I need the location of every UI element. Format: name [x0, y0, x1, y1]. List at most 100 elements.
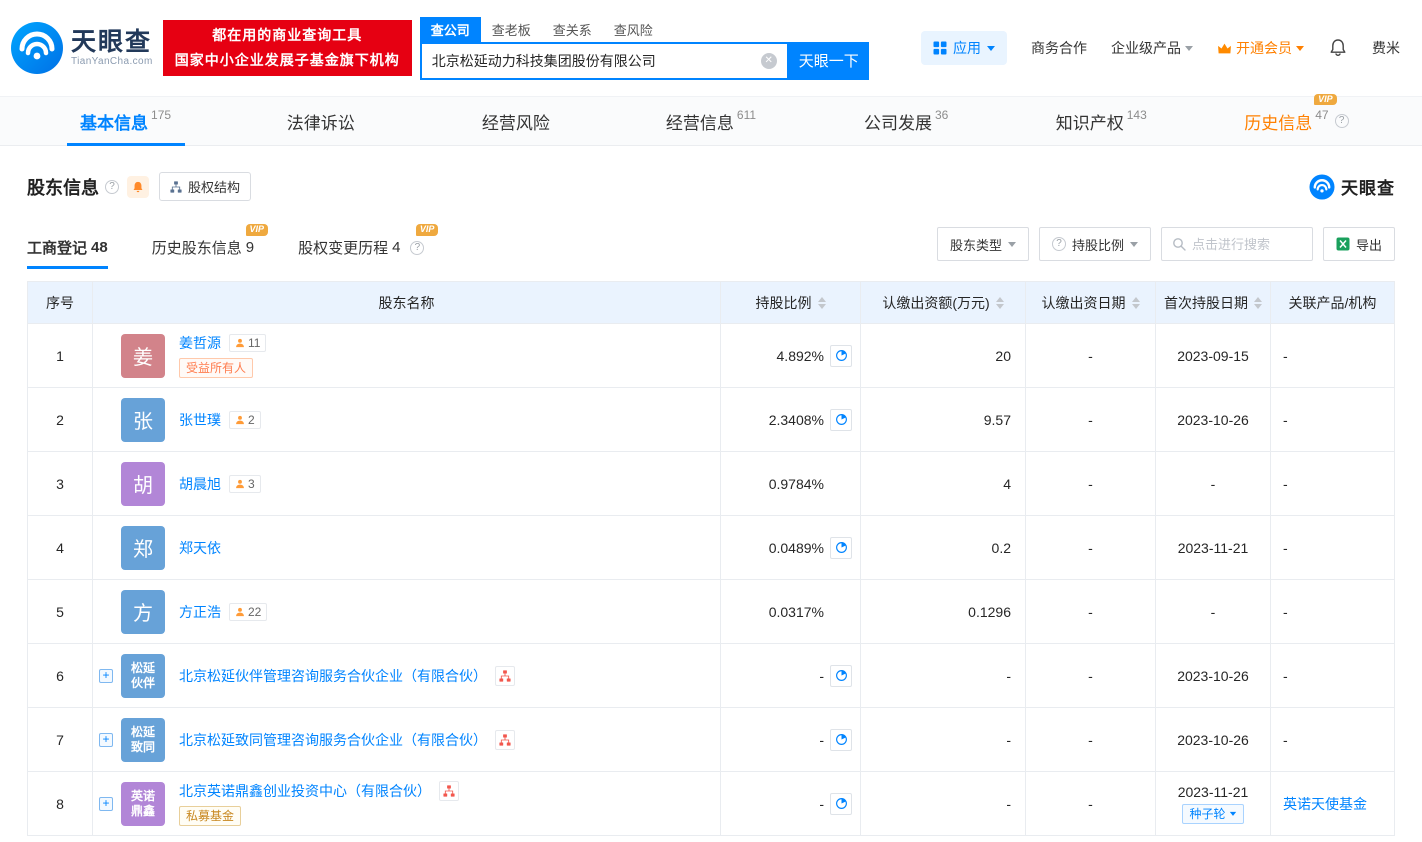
- first-holding-date: 2023-10-26: [1155, 707, 1271, 772]
- expand-row-button[interactable]: [99, 796, 113, 811]
- vip-membership-link[interactable]: 开通会员: [1217, 38, 1304, 58]
- tab-legal-proceedings[interactable]: 法律诉讼: [223, 97, 418, 145]
- search-icon: [1173, 238, 1186, 251]
- column-header-shareholder-name: 股东名称: [92, 281, 721, 324]
- pie-chart-button[interactable]: [830, 344, 852, 367]
- search-row: 天眼一下: [419, 41, 869, 80]
- row-index: 7: [27, 707, 93, 772]
- row-index: 3: [27, 451, 93, 516]
- shareholder-type-filter[interactable]: 股东类型: [936, 227, 1029, 261]
- subtab-history-shareholders[interactable]: VIP 历史股东信息 9: [152, 224, 269, 269]
- shareholder-name-link[interactable]: 北京松延致同管理咨询服务合伙企业（有限合伙）: [179, 730, 487, 750]
- first-holding-date: 2023-10-26: [1155, 387, 1271, 452]
- pie-chart-button[interactable]: [830, 408, 852, 431]
- shareholder-avatar: 胡: [121, 461, 165, 506]
- column-header-subscribed-amount[interactable]: 认缴出资额(万元): [860, 281, 1026, 324]
- column-header-subscription-date[interactable]: 认缴出资日期: [1025, 281, 1156, 324]
- equity-structure-icon-button[interactable]: [495, 665, 515, 686]
- partner-count-badge[interactable]: 2: [229, 410, 261, 429]
- shareholding-ratio-filter[interactable]: 持股比例: [1038, 227, 1151, 261]
- equity-structure-icon-button[interactable]: [495, 729, 515, 750]
- shareholder-name-link[interactable]: 北京松延伙伴管理咨询服务合伙企业（有限合伙）: [179, 666, 487, 686]
- user-menu[interactable]: 费米: [1372, 38, 1400, 58]
- table-row: 7 松延 致同 北京松延致同管理咨询服务合伙企业（有限合伙）: [27, 707, 1395, 772]
- person-icon: [236, 415, 244, 424]
- related-product: -: [1270, 515, 1395, 580]
- table-row: 6 松延 伙伴 北京松延伙伴管理咨询服务合伙企业（有限合伙）: [27, 643, 1395, 708]
- tab-history-info[interactable]: VIP 历史信息 47: [1199, 93, 1394, 145]
- expand-row-button[interactable]: [99, 732, 113, 747]
- equity-structure-button[interactable]: 股权结构: [159, 172, 252, 201]
- export-button[interactable]: 导出: [1322, 227, 1395, 261]
- partner-count-badge[interactable]: 22: [229, 602, 268, 621]
- shareholder-name-link[interactable]: 方正浩: [179, 602, 221, 622]
- pie-chart-button[interactable]: [830, 536, 852, 559]
- search-tab-boss[interactable]: 查老板: [481, 17, 542, 42]
- slogan-line-1: 都在用的商业查询工具: [212, 27, 363, 43]
- shareholder-avatar: 张: [121, 397, 165, 442]
- shareholder-name-link[interactable]: 张世璞: [179, 410, 221, 430]
- business-cooperation-link[interactable]: 商务合作: [1031, 38, 1087, 58]
- sort-control[interactable]: [1254, 296, 1262, 309]
- enterprise-products-menu[interactable]: 企业级产品: [1111, 38, 1193, 58]
- company-search-input[interactable]: [421, 52, 761, 69]
- shareholder-name-link[interactable]: 姜哲源: [179, 333, 221, 353]
- pie-icon: [835, 414, 847, 425]
- pie-chart-button[interactable]: [830, 728, 852, 751]
- clear-input-icon[interactable]: [760, 52, 777, 69]
- vip-membership-label: 开通会员: [1236, 40, 1292, 56]
- help-icon[interactable]: [1334, 114, 1349, 128]
- shareholder-avatar: 松延 致同: [121, 717, 165, 762]
- equity-structure-icon-button[interactable]: [439, 781, 459, 801]
- help-icon[interactable]: [410, 240, 425, 255]
- sort-control[interactable]: [995, 296, 1004, 309]
- search-tab-risk[interactable]: 查风险: [603, 17, 664, 42]
- brand-name: 天眼查: [71, 27, 153, 56]
- logo-text: 天眼查 TianYanCha.com: [71, 27, 153, 67]
- person-icon: [236, 338, 244, 348]
- watermark-brand-text: 天眼查: [1341, 179, 1395, 198]
- shareholder-name-link[interactable]: 北京英诺鼎鑫创业投资中心（有限合伙）: [179, 781, 431, 801]
- funding-round-tag[interactable]: 种子轮: [1182, 803, 1244, 824]
- search-button[interactable]: 天眼一下: [788, 41, 869, 80]
- sort-control[interactable]: [1131, 296, 1140, 309]
- ratio-value: -: [819, 731, 824, 748]
- table-search-box: [1160, 227, 1313, 261]
- related-fund-link[interactable]: 英诺天使基金: [1283, 796, 1367, 812]
- notifications-bell-icon[interactable]: [1328, 38, 1348, 58]
- shareholder-name-link[interactable]: 胡晨旭: [179, 474, 221, 494]
- apps-menu-button[interactable]: 应用: [921, 31, 1007, 65]
- tab-business-info[interactable]: 经营信息 611: [613, 97, 808, 145]
- expand-row-button[interactable]: [99, 668, 113, 683]
- tab-basic-info[interactable]: 基本信息 175: [28, 97, 223, 145]
- org-chart-icon: [170, 180, 182, 193]
- tab-intellectual-property[interactable]: 知识产权 143: [1004, 97, 1199, 145]
- search-tab-relation[interactable]: 查关系: [542, 17, 603, 42]
- partner-count-badge[interactable]: 3: [229, 474, 261, 493]
- tianyancha-logo[interactable]: 天眼查 TianYanCha.com: [10, 21, 153, 75]
- subscription-date: -: [1025, 451, 1156, 516]
- partner-count-badge[interactable]: 11: [229, 334, 267, 352]
- search-tab-company[interactable]: 查公司: [419, 16, 481, 42]
- subtab-equity-change-history[interactable]: VIP 股权变更历程 4: [298, 224, 439, 269]
- subtab-business-registration[interactable]: 工商登记 48: [27, 237, 108, 269]
- chevron-down-icon: [1185, 46, 1193, 55]
- help-icon[interactable]: [105, 179, 119, 194]
- subscribe-bell-button[interactable]: [127, 175, 149, 198]
- tab-operational-risk[interactable]: 经营风险: [418, 97, 613, 145]
- column-header-first-holding-date[interactable]: 首次持股日期: [1155, 281, 1271, 324]
- table-row: 8 英诺 鼎鑫 北京英诺鼎鑫创业投资中心（有限合伙）: [27, 771, 1395, 836]
- table-search-input[interactable]: [1191, 236, 1302, 252]
- vip-badge: VIP: [245, 224, 269, 236]
- sort-control[interactable]: [817, 296, 826, 309]
- first-holding-date: -: [1155, 579, 1271, 644]
- search-tabs: 查公司 查老板 查关系 查风险: [419, 16, 869, 42]
- row-index: 4: [27, 515, 93, 580]
- vip-badge: VIP: [415, 224, 439, 236]
- shareholder-name-link[interactable]: 郑天依: [179, 538, 221, 558]
- tab-company-development[interactable]: 公司发展 36: [809, 97, 1004, 145]
- pie-chart-button[interactable]: [830, 792, 852, 815]
- pie-chart-button[interactable]: [830, 664, 852, 687]
- column-header-ratio[interactable]: 持股比例: [720, 281, 861, 324]
- brand-watermark: 天眼查: [1309, 173, 1395, 200]
